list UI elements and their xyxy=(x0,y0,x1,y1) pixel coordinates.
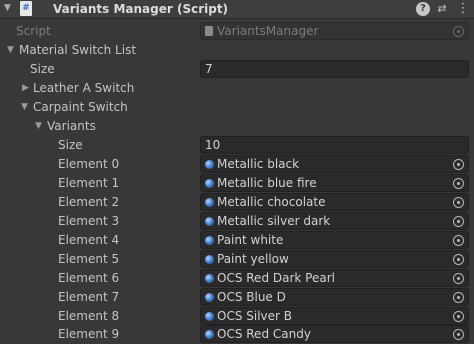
help-icon[interactable]: ? xyxy=(416,2,430,16)
list-item: Element 2 Metallic chocolate xyxy=(0,193,474,212)
material-name: Metallic blue fire xyxy=(217,176,317,190)
object-picker-icon[interactable] xyxy=(453,292,464,303)
script-label: Script xyxy=(16,24,51,38)
material-object-field[interactable]: Metallic blue fire xyxy=(200,174,469,192)
material-object-field[interactable]: Paint yellow xyxy=(200,250,469,268)
script-row: Script VariantsManager xyxy=(0,22,474,41)
variants-size-input[interactable]: 10 xyxy=(200,136,469,154)
foldout-closed-icon[interactable]: ▶ xyxy=(22,83,29,93)
variants-foldout[interactable]: ▼ Variants xyxy=(0,117,474,136)
foldout-open-icon[interactable]: ▼ xyxy=(7,45,14,55)
material-object-field[interactable]: Metallic silver dark xyxy=(200,212,469,230)
material-icon xyxy=(205,198,214,207)
material-name: OCS Silver B xyxy=(217,309,293,323)
element-label: Element 4 xyxy=(58,233,120,247)
material-name: OCS Blue D xyxy=(217,290,286,304)
list-item: Element 7 OCS Blue D xyxy=(0,288,474,307)
material-icon xyxy=(205,255,214,264)
leather-switch-label: Leather A Switch xyxy=(33,81,135,95)
object-picker-icon[interactable] xyxy=(453,254,464,265)
object-picker-icon[interactable] xyxy=(453,311,464,322)
material-name: Metallic silver dark xyxy=(217,214,331,228)
material-name: Paint white xyxy=(217,233,284,247)
carpaint-switch-foldout[interactable]: ▼ Carpaint Switch xyxy=(0,98,474,117)
variants-size-value: 10 xyxy=(205,138,221,152)
material-icon xyxy=(205,312,214,321)
foldout-open-icon[interactable]: ▼ xyxy=(35,121,42,131)
element-label: Element 8 xyxy=(58,309,120,323)
list-item: Element 8 OCS Silver B xyxy=(0,307,474,326)
object-picker-icon[interactable] xyxy=(453,178,464,189)
material-switch-list-label: Material Switch List xyxy=(19,43,137,57)
list-item: Element 5 Paint yellow xyxy=(0,250,474,269)
component-header: ▼ # Variants Manager (Script) ? ⇄ ⋮ xyxy=(0,0,474,19)
object-picker-icon[interactable] xyxy=(453,197,464,208)
material-icon xyxy=(205,217,214,226)
list-size-label: Size xyxy=(30,62,55,76)
material-object-field[interactable]: Metallic chocolate xyxy=(200,193,469,211)
material-object-field[interactable]: OCS Blue D xyxy=(200,288,469,306)
carpaint-switch-label: Carpaint Switch xyxy=(33,100,128,114)
material-name: Metallic black xyxy=(217,157,300,171)
material-object-field[interactable]: OCS Red Candy xyxy=(200,325,469,343)
variants-size-row: Size 10 xyxy=(0,136,474,155)
list-item: Element 9 OCS Red Candy xyxy=(0,325,474,344)
element-label: Element 0 xyxy=(58,157,120,171)
list-item: Element 0 Metallic black xyxy=(0,155,474,174)
element-label: Element 3 xyxy=(58,214,120,228)
material-icon xyxy=(205,274,214,283)
element-label: Element 2 xyxy=(58,195,120,209)
variants-label: Variants xyxy=(47,119,96,133)
component-foldout-icon[interactable]: ▼ xyxy=(4,3,11,13)
list-size-row: Size 7 xyxy=(0,60,474,79)
material-name: Metallic chocolate xyxy=(217,195,326,209)
leather-switch-foldout[interactable]: ▶ Leather A Switch xyxy=(0,79,474,98)
material-name: OCS Red Dark Pearl xyxy=(217,271,335,285)
variants-size-label: Size xyxy=(58,138,83,152)
object-picker-icon xyxy=(453,26,464,37)
material-name: Paint yellow xyxy=(217,252,289,266)
material-switch-list-foldout[interactable]: ▼ Material Switch List xyxy=(0,41,474,60)
object-picker-icon[interactable] xyxy=(453,235,464,246)
material-object-field[interactable]: OCS Silver B xyxy=(200,307,469,325)
list-item: Element 4 Paint white xyxy=(0,231,474,250)
component-title: Variants Manager (Script) xyxy=(53,2,229,16)
material-object-field[interactable]: Metallic black xyxy=(200,155,469,173)
material-name: OCS Red Candy xyxy=(217,327,311,341)
script-field: VariantsManager xyxy=(200,22,469,40)
script-file-icon xyxy=(205,26,213,36)
foldout-open-icon[interactable]: ▼ xyxy=(21,102,28,112)
list-size-value: 7 xyxy=(205,62,213,76)
element-label: Element 1 xyxy=(58,176,120,190)
material-object-field[interactable]: Paint white xyxy=(200,231,469,249)
material-icon xyxy=(205,160,214,169)
script-field-value: VariantsManager xyxy=(217,24,319,38)
list-item: Element 6 OCS Red Dark Pearl xyxy=(0,269,474,288)
list-size-input[interactable]: 7 xyxy=(200,60,469,78)
material-icon xyxy=(205,293,214,302)
material-icon xyxy=(205,330,214,339)
object-picker-icon[interactable] xyxy=(453,329,464,340)
object-picker-icon[interactable] xyxy=(453,273,464,284)
element-label: Element 6 xyxy=(58,271,120,285)
material-icon xyxy=(205,236,214,245)
list-item: Element 1 Metallic blue fire xyxy=(0,174,474,193)
presets-icon[interactable]: ⇄ xyxy=(435,2,449,16)
object-picker-icon[interactable] xyxy=(453,159,464,170)
list-item: Element 3 Metallic silver dark xyxy=(0,212,474,231)
element-label: Element 9 xyxy=(58,327,120,341)
object-picker-icon[interactable] xyxy=(453,216,464,227)
script-icon[interactable]: # xyxy=(20,1,32,16)
material-icon xyxy=(205,179,214,188)
element-label: Element 7 xyxy=(58,290,120,304)
context-menu-icon[interactable]: ⋮ xyxy=(456,2,470,16)
material-object-field[interactable]: OCS Red Dark Pearl xyxy=(200,269,469,287)
element-label: Element 5 xyxy=(58,252,120,266)
